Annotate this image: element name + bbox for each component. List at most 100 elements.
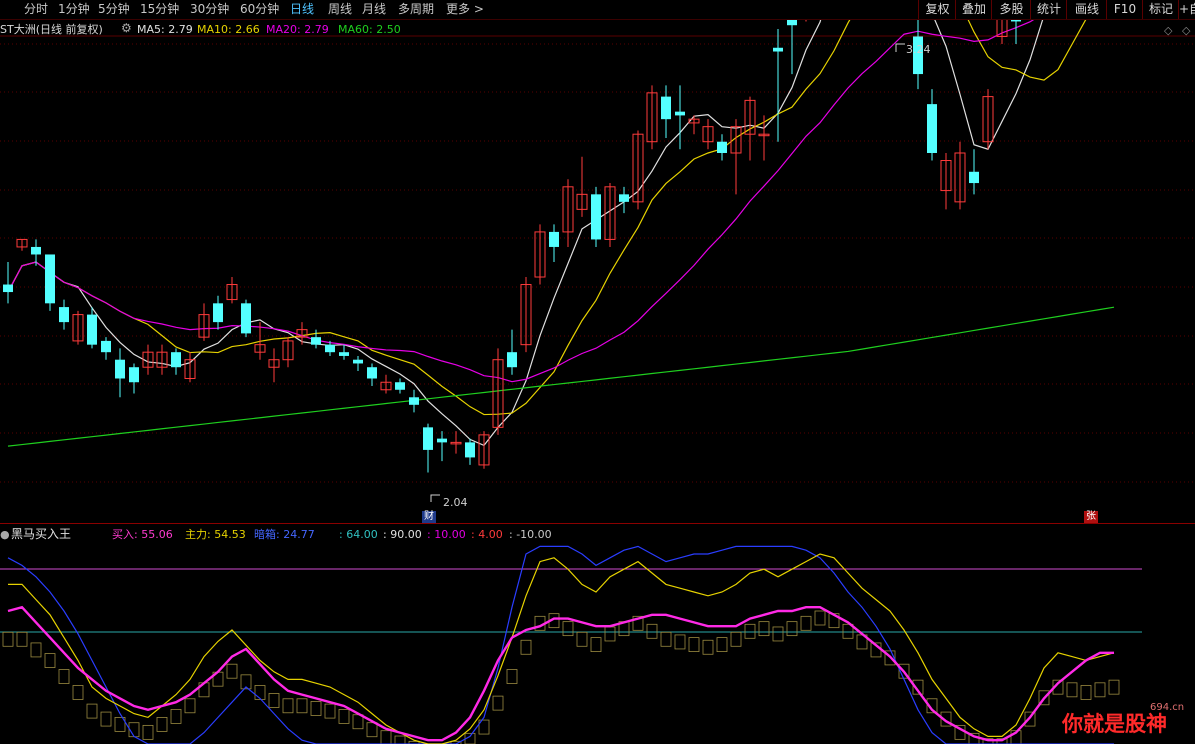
period-tab-4[interactable]: 30分钟 <box>190 1 229 17</box>
toolbar-button-4[interactable]: 画线 <box>1066 0 1107 19</box>
indicator-box-35 <box>492 695 504 711</box>
period-tab-1[interactable]: 1分钟 <box>58 1 90 17</box>
indicator-box-7 <box>100 711 112 727</box>
indicator-box-41 <box>576 631 588 647</box>
period-tab-2[interactable]: 5分钟 <box>98 1 130 17</box>
candle-body-55 <box>773 47 783 52</box>
candle-body-29 <box>409 397 419 405</box>
ma5-line <box>7 0 1054 447</box>
candle-body-51 <box>717 141 727 153</box>
limit-up-badge[interactable]: 张 <box>1084 511 1098 523</box>
indicator-box-1 <box>16 631 28 647</box>
indicator-box-78 <box>1094 682 1106 698</box>
indicator-box-26 <box>366 722 378 738</box>
candle-body-39 <box>549 231 559 247</box>
candle-body-22 <box>311 337 321 345</box>
indicator-box-47 <box>660 631 672 647</box>
candle-body-6 <box>87 314 97 345</box>
toolbar-button-0[interactable]: 复权 <box>918 0 956 19</box>
indicator-box-76 <box>1066 682 1078 698</box>
indicator-title: 黑马买入王 <box>11 527 72 541</box>
candle-body-23 <box>325 344 335 353</box>
candle-body-31 <box>437 438 447 443</box>
indicator-box-5 <box>72 685 84 700</box>
candle-body-9 <box>129 367 139 383</box>
high-marker <box>895 43 905 52</box>
toolbar-button-1[interactable]: 叠加 <box>955 0 992 19</box>
candle-body-30 <box>423 427 433 450</box>
indicator-box-52 <box>730 631 742 647</box>
indicator-box-11 <box>156 717 168 732</box>
candle-body-42 <box>591 194 601 240</box>
ma5-label: MA5: 2.79 <box>137 23 193 36</box>
candle-body-44 <box>619 194 629 202</box>
diamond-icon-2[interactable]: ◇ <box>1182 24 1190 37</box>
candle-body-36 <box>507 352 517 368</box>
candle-body-48 <box>675 111 685 116</box>
toolbar-button-2[interactable]: 多股 <box>991 0 1031 19</box>
indicator-box-53 <box>744 623 756 639</box>
candle-body-66 <box>927 104 937 153</box>
indicator-box-23 <box>324 703 336 719</box>
indicator-box-16 <box>226 663 238 679</box>
ma60-line <box>7 306 1115 447</box>
settings-icon[interactable]: ⚙ <box>121 22 132 35</box>
indicator-box-10 <box>142 724 154 740</box>
indicator-box-12 <box>170 709 182 724</box>
toolbar-button-5[interactable]: F10 <box>1106 0 1143 19</box>
indicator-box-22 <box>310 701 322 716</box>
main-force-line <box>8 553 1115 744</box>
indicator-box-27 <box>380 730 392 744</box>
period-tab-7[interactable]: 周线 <box>328 1 352 17</box>
indicator-box-77 <box>1080 685 1092 700</box>
indicator-box-20 <box>282 698 294 714</box>
indicator-settings-icon[interactable]: ● <box>0 528 10 541</box>
level-4: : 4.00 <box>471 528 503 541</box>
indicator-box-46 <box>646 623 658 639</box>
indicator-box-58 <box>814 610 826 626</box>
toolbar-button-6[interactable]: 标记 <box>1142 0 1179 19</box>
candle-body-17 <box>241 303 251 334</box>
period-tab-8[interactable]: 月线 <box>362 1 386 17</box>
period-tab-0[interactable]: 分时 <box>24 1 48 17</box>
level-neg10: : -10.00 <box>509 528 552 541</box>
period-tab-6[interactable]: 日线 <box>290 1 314 17</box>
indicator-box-54 <box>758 621 770 637</box>
period-tab-10[interactable]: 更多 > <box>446 1 484 17</box>
indicator-panel <box>0 545 1142 744</box>
indicator-box-19 <box>268 693 280 708</box>
ma20-label: MA20: 2.79 <box>266 23 329 36</box>
indicator-box-2 <box>30 642 42 658</box>
finance-badge[interactable]: 财 <box>422 511 436 523</box>
low-price-label: 2.04 <box>443 496 468 509</box>
dark-line <box>7 545 1114 744</box>
candle-body-69 <box>969 171 979 184</box>
level-10: : 10.00 <box>427 528 466 541</box>
main-force-label: 主力: 54.53 <box>185 528 246 541</box>
watermark-text: 你就是股神 <box>1062 712 1167 736</box>
indicator-box-24 <box>338 709 350 724</box>
kline-chart-canvas[interactable] <box>0 0 1195 744</box>
toolbar-button-3[interactable]: 统计 <box>1030 0 1067 19</box>
candle-body-33 <box>465 442 475 458</box>
buy-label: 买入: 55.06 <box>112 528 173 541</box>
indicator-box-56 <box>786 621 798 637</box>
period-tab-9[interactable]: 多周期 <box>398 1 434 17</box>
candlestick-series <box>3 0 1031 502</box>
diamond-icon[interactable]: ◇ <box>1164 24 1172 37</box>
indicator-box-36 <box>506 669 518 684</box>
ma60-label: MA60: 2.50 <box>338 23 401 36</box>
indicator-box-13 <box>184 698 196 714</box>
indicator-box-37 <box>520 639 532 655</box>
indicator-box-4 <box>58 669 70 684</box>
indicator-box-55 <box>772 626 784 642</box>
candle-body-47 <box>661 96 671 120</box>
toolbar-button-7[interactable]: +自 <box>1178 0 1195 19</box>
indicator-box-50 <box>702 639 714 655</box>
indicator-box-49 <box>688 637 700 652</box>
period-tab-3[interactable]: 15分钟 <box>140 1 179 17</box>
candle-body-7 <box>101 340 111 353</box>
period-tab-5[interactable]: 60分钟 <box>240 1 279 17</box>
low-marker <box>430 494 440 502</box>
indicator-box-48 <box>674 634 686 650</box>
